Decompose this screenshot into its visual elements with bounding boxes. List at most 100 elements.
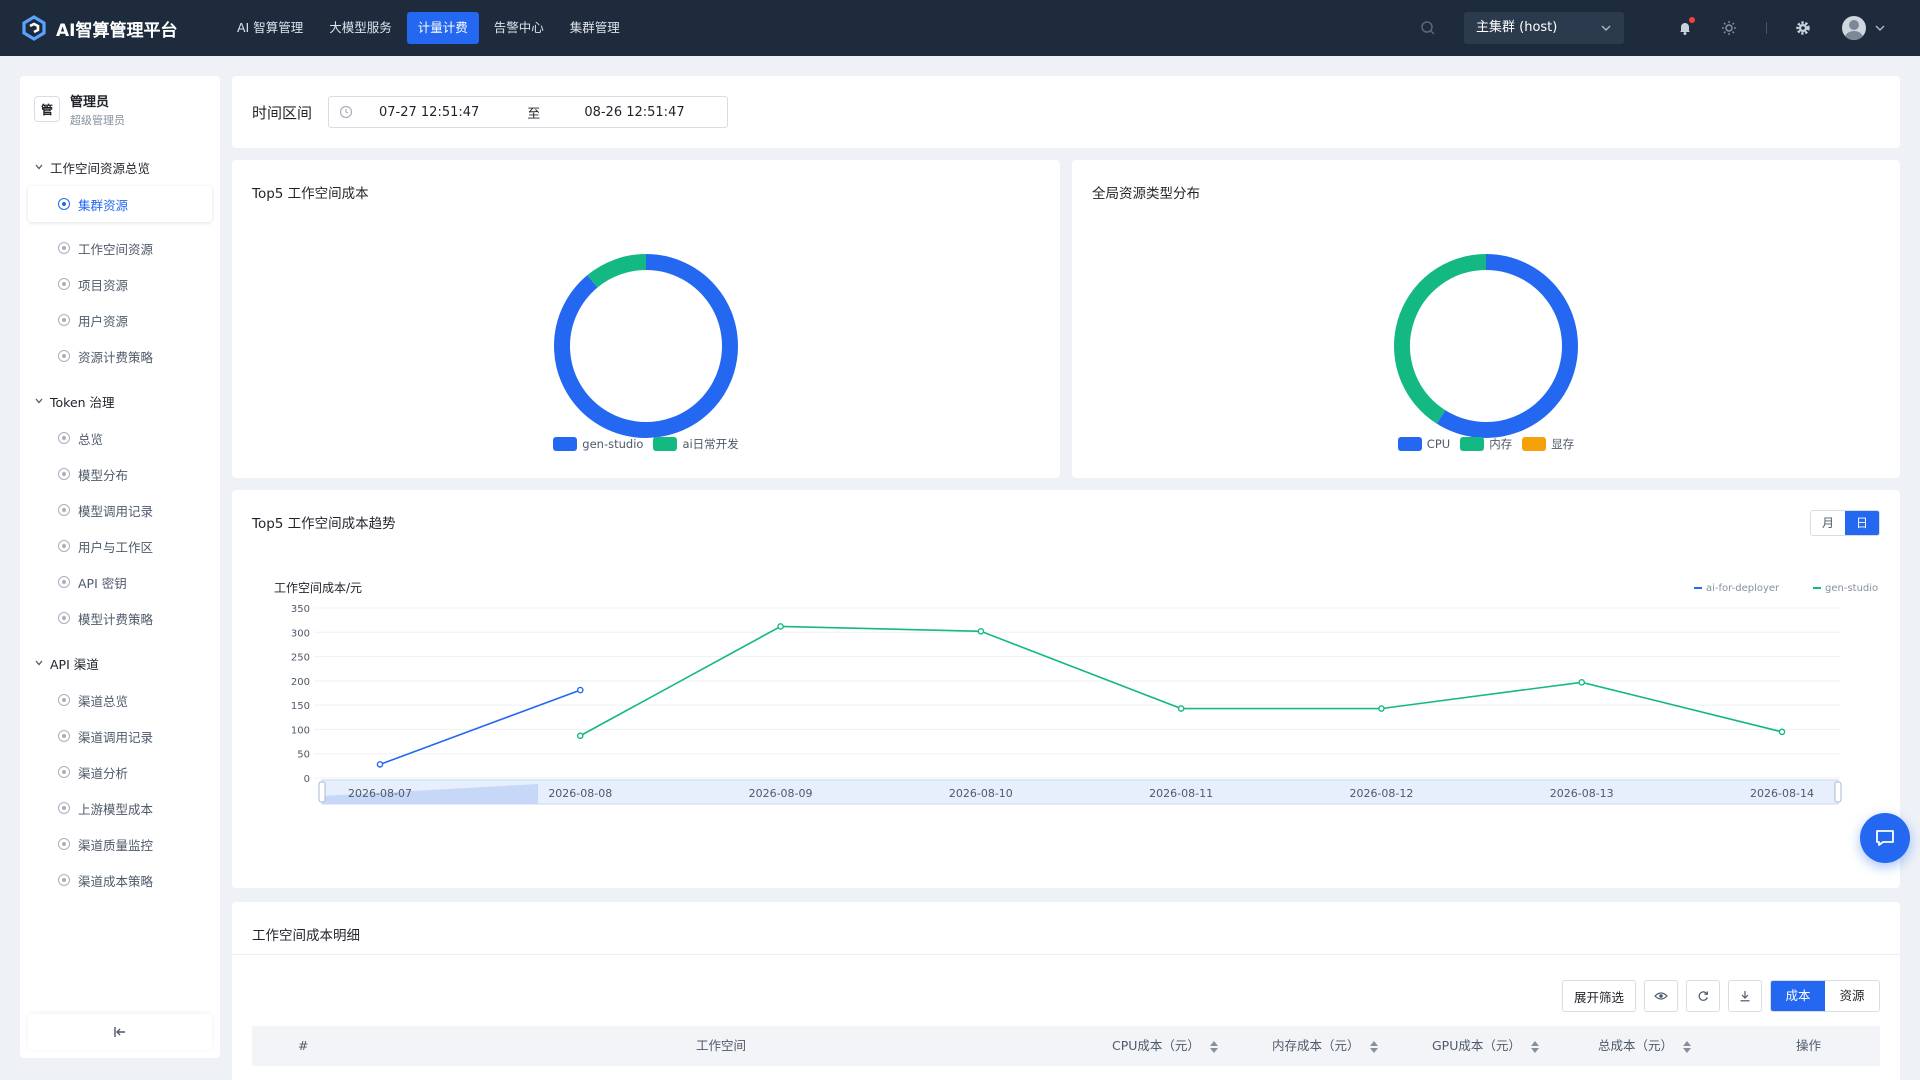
sidebar-item-cluster-resources[interactable]: 集群资源 — [28, 186, 212, 222]
legend-label[interactable]: gen-studio — [1825, 583, 1878, 594]
sidebar-item-model-billing-policy[interactable]: 模型计费策略 — [28, 600, 212, 636]
top5-cost-card: Top5 工作空间成本 gen-studio ai日常开发 — [232, 160, 1060, 478]
data-point[interactable] — [376, 761, 384, 768]
time-range-label: 时间区间 — [252, 104, 313, 122]
legend-item[interactable]: 内存 — [1460, 436, 1512, 452]
pie-slice[interactable] — [1436, 254, 1578, 438]
notification-dot — [1689, 17, 1695, 23]
nav-ai-compute[interactable]: AI 智算管理 — [226, 12, 314, 44]
nav-llm-service[interactable]: 大模型服务 — [318, 12, 403, 44]
x-tick-label: 2026-08-10 — [949, 787, 1013, 800]
pie-slice[interactable] — [1394, 254, 1487, 424]
theme-sun-icon[interactable] — [1718, 17, 1740, 39]
data-point[interactable] — [1578, 679, 1586, 686]
sidebar-item-channel-cost-policy[interactable]: 渠道成本策略 — [28, 862, 212, 898]
x-tick-label: 2026-08-13 — [1550, 787, 1614, 800]
avatar[interactable] — [1842, 16, 1866, 40]
data-point[interactable] — [977, 628, 985, 635]
legend-swatch — [1460, 437, 1485, 451]
y-tick-label: 300 — [291, 628, 310, 639]
time-range-picker[interactable]: 07-27 12:51:47 至 08-26 12:51:47 — [328, 96, 728, 128]
sidebar-item-api-keys[interactable]: API 密钥 — [28, 564, 212, 600]
key-icon — [58, 576, 70, 588]
sidebar-item-users-workspaces[interactable]: 用户与工作区 — [28, 528, 212, 564]
bell-icon[interactable] — [1674, 17, 1696, 39]
switch-resource[interactable]: 资源 — [1825, 981, 1879, 1011]
sidebar-item-label: 用户与工作区 — [78, 539, 154, 555]
app-title: AI智算管理平台 — [56, 20, 178, 41]
menu-group-workspace-resources[interactable]: 工作空间资源总览 — [20, 154, 220, 180]
chat-button[interactable] — [1860, 813, 1910, 863]
legend-item[interactable]: gen-studio — [553, 436, 643, 452]
legend-item[interactable]: ai日常开发 — [653, 436, 739, 452]
column-gpu-cost[interactable]: GPU成本（元） — [1432, 1026, 1539, 1066]
y-tick-label: 50 — [297, 750, 310, 761]
app-logo[interactable]: AI智算管理平台 — [20, 14, 200, 42]
sidebar-item-model-distribution[interactable]: 模型分布 — [28, 456, 212, 492]
sidebar-item-channel-quality[interactable]: 渠道质量监控 — [28, 826, 212, 862]
cluster-select-value: 主集群 (host) — [1476, 20, 1558, 35]
nav-billing[interactable]: 计量计费 — [406, 12, 479, 44]
logo-icon — [22, 15, 46, 41]
collapse-sidebar-button[interactable] — [28, 1014, 212, 1050]
cluster-select[interactable]: 主集群 (host) — [1464, 12, 1624, 44]
sort-icon[interactable] — [1530, 1040, 1539, 1053]
menu-group-api-channels[interactable]: API 渠道 — [20, 650, 220, 676]
legend-item[interactable]: 显存 — [1522, 436, 1574, 452]
pie-slice[interactable] — [554, 254, 738, 438]
sidebar-item-model-call-records[interactable]: 模型调用记录 — [28, 492, 212, 528]
nav-cluster[interactable]: 集群管理 — [559, 12, 631, 44]
expand-filter-button[interactable]: 展开筛选 — [1562, 980, 1636, 1012]
sidebar-item-resource-billing-policy[interactable]: 资源计费策略 — [28, 338, 212, 374]
eye-icon[interactable] — [1644, 980, 1678, 1012]
sidebar-item-label: 总览 — [78, 431, 104, 447]
sidebar-item-channel-analysis[interactable]: 渠道分析 — [28, 754, 212, 790]
sidebar-item-project-resources[interactable]: 项目资源 — [28, 266, 212, 302]
data-point[interactable] — [1378, 705, 1385, 712]
chevron-down-icon[interactable] — [1874, 20, 1886, 36]
refresh-icon[interactable] — [1686, 980, 1720, 1012]
sidebar-item-workspace-resources[interactable]: 工作空间资源 — [28, 230, 212, 266]
x-tick-label: 2026-08-07 — [348, 787, 412, 800]
cost-icon — [58, 802, 70, 814]
record-icon — [58, 730, 70, 742]
legend-label: ai日常开发 — [682, 437, 739, 451]
switch-cost[interactable]: 成本 — [1771, 981, 1825, 1011]
chevron-down-icon — [35, 164, 43, 170]
search-icon[interactable] — [1420, 20, 1436, 36]
zoom-handle[interactable] — [1834, 781, 1842, 803]
column-cpu-cost[interactable]: CPU成本（元） — [1112, 1026, 1218, 1066]
sidebar-item-label: 资源计费策略 — [78, 349, 154, 365]
time-range-start[interactable]: 07-27 12:51:47 — [379, 105, 479, 120]
column-memory-cost[interactable]: 内存成本（元） — [1272, 1026, 1378, 1066]
gear-icon[interactable] — [1792, 17, 1814, 39]
data-point[interactable] — [1177, 705, 1185, 712]
sidebar-item-channel-overview[interactable]: 渠道总览 — [28, 682, 212, 718]
resource-distribution-donut[interactable] — [1392, 252, 1580, 440]
sort-icon[interactable] — [1683, 1040, 1692, 1053]
data-point[interactable] — [576, 732, 584, 740]
cost-resource-switch: 成本 资源 — [1770, 980, 1880, 1012]
sort-icon[interactable] — [1369, 1040, 1378, 1053]
sidebar-item-channel-call-records[interactable]: 渠道调用记录 — [28, 718, 212, 754]
zoom-handle[interactable] — [318, 781, 326, 803]
sidebar-item-overview[interactable]: 总览 — [28, 420, 212, 456]
y-tick-label: 350 — [291, 604, 310, 615]
data-point[interactable] — [576, 686, 584, 694]
y-axis-label: 工作空间成本/元 — [274, 581, 362, 595]
pie-slice[interactable] — [587, 254, 647, 288]
column-total-cost[interactable]: 总成本（元） — [1598, 1026, 1692, 1066]
download-icon[interactable] — [1728, 980, 1762, 1012]
menu-group-token-governance[interactable]: Token 治理 — [20, 388, 220, 414]
nav-alerts[interactable]: 告警中心 — [483, 12, 555, 44]
legend-label[interactable]: ai-for-deployer — [1706, 583, 1780, 594]
data-point[interactable] — [777, 623, 784, 630]
time-range-end[interactable]: 08-26 12:51:47 — [584, 105, 684, 120]
sort-icon[interactable] — [1209, 1040, 1218, 1053]
data-point[interactable] — [1778, 728, 1786, 736]
sidebar-item-upstream-model-cost[interactable]: 上游模型成本 — [28, 790, 212, 826]
sidebar-item-label: 工作空间资源 — [78, 241, 154, 257]
legend-item[interactable]: CPU — [1397, 436, 1450, 452]
sidebar-item-user-resources[interactable]: 用户资源 — [28, 302, 212, 338]
top5-cost-donut[interactable] — [552, 252, 740, 440]
